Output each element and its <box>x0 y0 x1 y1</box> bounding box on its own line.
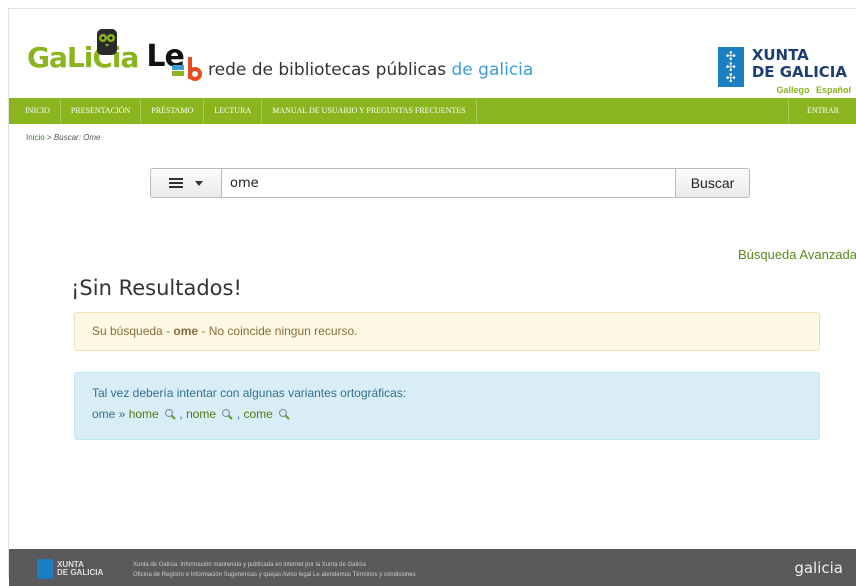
search-input[interactable] <box>222 168 676 198</box>
chevron-down-icon <box>195 180 203 186</box>
owl-icon <box>97 29 117 55</box>
xunta-line2: DE GALICIA <box>751 63 847 81</box>
list-icon <box>169 178 183 188</box>
magnifier-plus-icon[interactable] <box>221 408 234 420</box>
xunta-wordmark: XUNTA DE GALICIA <box>752 47 847 81</box>
footer-logo-line2: DE GALICIA <box>57 568 104 577</box>
lang-gallego-link[interactable]: Gallego <box>776 85 809 95</box>
no-results-title: ¡Sin Resultados! <box>71 276 242 300</box>
breadcrumb-home-link[interactable]: Inicio <box>26 133 45 142</box>
rede-title-suffix: de galicia <box>451 60 534 80</box>
footer-legal-text: Xunta de Galicia. Información mantenida … <box>133 560 416 580</box>
site-footer: XUNTA DE GALICIA Xunta de Galicia. Infor… <box>9 549 856 586</box>
xunta-logo[interactable]: ✣ ✣ ✣ XUNTA DE GALICIA <box>717 47 847 87</box>
footer-xunta-logo[interactable]: XUNTA DE GALICIA <box>37 559 103 579</box>
main-nav: INICIO PRESENTACIÓN PRÉSTAMO LECTURA MAN… <box>9 98 856 124</box>
footer-galicia-brand[interactable]: galicia <box>794 559 843 577</box>
nav-item-inicio[interactable]: INICIO <box>9 98 61 124</box>
language-switcher: Gallego Español <box>772 85 851 95</box>
search-button[interactable]: Buscar <box>676 168 750 198</box>
rede-bibliotecas-logo[interactable]: rede de bibliotecas públicas de galicia <box>172 57 533 83</box>
original-term: ome <box>92 407 116 421</box>
logo-galicia-text: GaLiCia <box>27 41 139 74</box>
site-header: GaLiCia Le rede de bibliotecas públicas … <box>9 9 856 95</box>
search-bar: Buscar <box>150 168 750 198</box>
suggestions-box: Tal vez debería intentar con algunas var… <box>74 372 820 440</box>
page-frame: GaLiCia Le rede de bibliotecas públicas … <box>8 8 856 586</box>
breadcrumb-current: Buscar: Ome <box>53 133 101 142</box>
nav-right: ENTRAR <box>788 98 856 124</box>
nav-item-manual[interactable]: MANUAL DE USUARIO Y PREGUNTAS FRECUENTES <box>262 98 477 124</box>
nav-item-prestamo[interactable]: PRÉSTAMO <box>141 98 205 124</box>
search-type-dropdown[interactable] <box>150 168 222 198</box>
galicia-le-logo[interactable]: GaLiCia Le <box>27 29 185 74</box>
nav-item-presentacion[interactable]: PRESENTACIÓN <box>61 98 142 124</box>
advanced-search-link[interactable]: Búsqueda Avanzada <box>738 247 856 262</box>
footer-xunta-wordmark: XUNTA DE GALICIA <box>57 561 103 577</box>
breadcrumb-separator: > <box>44 133 54 142</box>
login-button[interactable]: ENTRAR <box>788 98 856 124</box>
suggestion-come-link[interactable]: come <box>243 407 272 421</box>
breadcrumb: Inicio > Buscar: Ome <box>26 133 101 142</box>
xunta-emblem-icon: ✣ ✣ ✣ <box>717 47 744 87</box>
footer-line1: Xunta de Galicia. Información mantenida … <box>133 562 366 568</box>
suggestion-home-link[interactable]: home <box>129 407 159 421</box>
lang-espanol-link[interactable]: Español <box>816 85 851 95</box>
rede-logo-icon <box>172 57 202 81</box>
no-match-alert: Su búsqueda - ome - No coincide ningun r… <box>74 312 820 351</box>
warn-prefix: Su búsqueda - <box>92 324 174 338</box>
warn-term: ome <box>173 324 199 338</box>
magnifier-plus-icon[interactable] <box>164 408 176 420</box>
suggestion-separator-1: , <box>176 407 187 421</box>
warn-suffix: - No coincide ningun recurso. <box>198 324 358 338</box>
xunta-line1: XUNTA <box>751 46 809 64</box>
nav-item-lectura[interactable]: LECTURA <box>204 98 263 124</box>
rede-title: rede de bibliotecas públicas de galicia <box>208 60 533 80</box>
suggestion-nome-link[interactable]: nome <box>186 407 216 421</box>
footer-links[interactable]: Oficina de Registro e Información Sugere… <box>133 570 416 580</box>
arrow-separator: » <box>115 407 129 421</box>
suggestions-intro: Tal vez debería intentar con algunas var… <box>92 386 407 400</box>
footer-xunta-emblem-icon <box>37 559 53 579</box>
magnifier-plus-icon[interactable] <box>278 408 290 420</box>
rede-title-prefix: rede de bibliotecas públicas <box>208 60 452 80</box>
suggestions-row: ome » home , nome , come <box>92 407 802 421</box>
suggestion-separator-2: , <box>233 407 244 421</box>
